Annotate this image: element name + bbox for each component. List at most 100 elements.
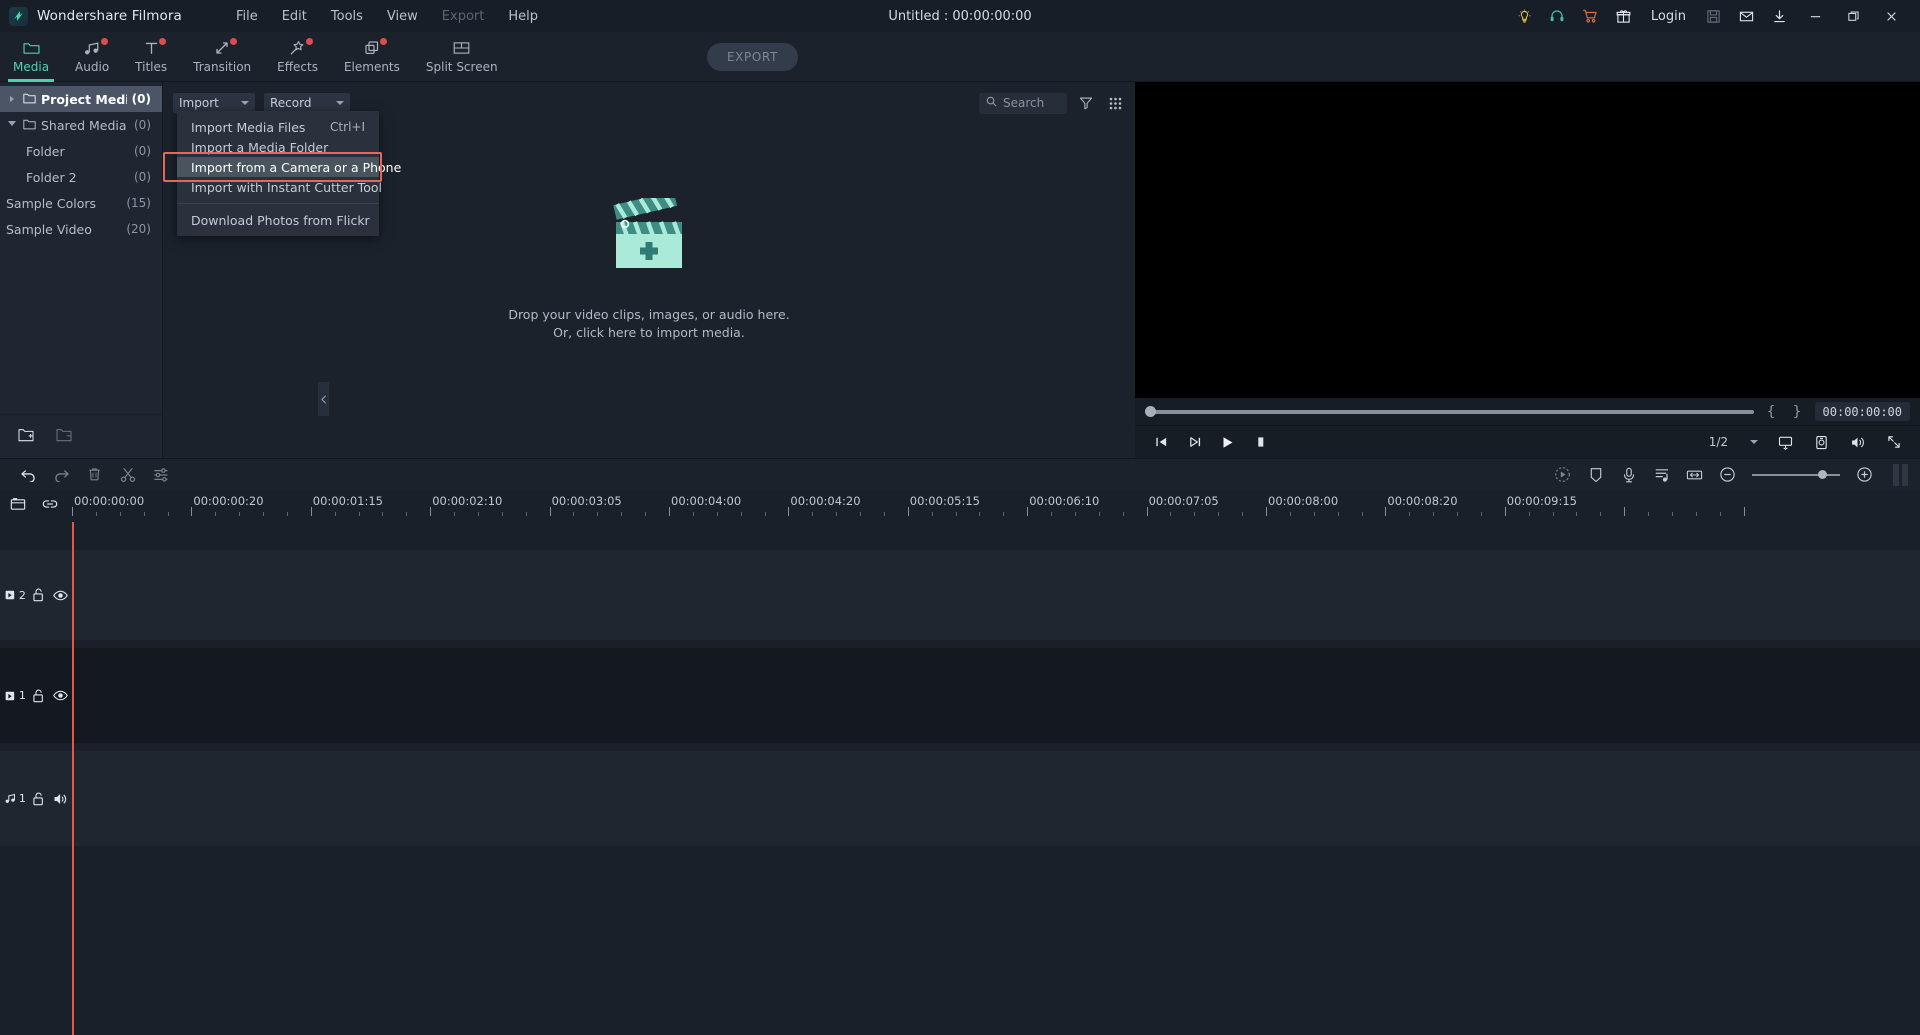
fullscreen-icon[interactable] [1877, 426, 1910, 459]
menu-import-media-folder[interactable]: Import a Media Folder [177, 137, 379, 157]
remove-folder-icon[interactable] [56, 428, 72, 446]
menu-file[interactable]: File [224, 4, 270, 29]
slider-knob[interactable] [1145, 406, 1156, 417]
mark-out-icon[interactable]: } [1789, 404, 1806, 420]
marker-icon[interactable] [1579, 459, 1612, 491]
tab-media[interactable]: Media [0, 32, 62, 82]
split-scissors-icon[interactable] [111, 459, 144, 491]
tree-item-folder-2[interactable]: Folder 2 (0) [0, 164, 162, 190]
record-dropdown[interactable]: Record [264, 93, 350, 113]
preview-slider[interactable] [1145, 404, 1754, 420]
menu-import-media-files[interactable]: Import Media Files Ctrl+I [177, 117, 379, 137]
tree-label: Shared Media [41, 118, 129, 133]
login-button[interactable]: Login [1640, 0, 1697, 32]
menu-label: Import a Media Folder [191, 140, 328, 155]
shapes-icon [364, 40, 380, 57]
import-dropdown[interactable]: Import [173, 93, 255, 113]
maximize-button[interactable] [1834, 0, 1872, 32]
track-lane[interactable] [72, 648, 1920, 743]
tab-titles[interactable]: Titles [122, 32, 180, 82]
menu-edit[interactable]: Edit [270, 4, 319, 29]
video-icon: 1 [4, 689, 27, 702]
volume-icon[interactable] [1841, 426, 1874, 459]
voiceover-icon[interactable] [1612, 459, 1645, 491]
menu-import-from-camera-or-phone[interactable]: Import from a Camera or a Phone [177, 157, 379, 177]
playback-quality-dropdown[interactable]: 1/2 [1701, 435, 1766, 449]
adjust-sliders-icon[interactable] [144, 459, 177, 491]
unlock-icon[interactable] [27, 689, 50, 703]
preview-timecode[interactable]: 00:00:00:00 [1815, 402, 1910, 421]
ruler-tick [956, 512, 957, 516]
menu-tools[interactable]: Tools [319, 4, 375, 29]
step-forward-icon[interactable] [1178, 426, 1211, 459]
unlock-icon[interactable] [27, 792, 50, 806]
gift-icon[interactable] [1607, 0, 1640, 32]
zoom-in-icon[interactable] [1848, 459, 1881, 491]
play-icon[interactable] [1211, 426, 1244, 459]
step-back-icon[interactable] [1145, 426, 1178, 459]
new-folder-icon[interactable] [18, 428, 34, 446]
stop-icon[interactable] [1244, 426, 1277, 459]
preview-right-controls: 1/2 [1701, 426, 1910, 459]
delete-icon[interactable] [78, 459, 111, 491]
menu-import-instant-cutter[interactable]: Import with Instant Cutter Tool [177, 177, 379, 197]
track-lane[interactable] [72, 751, 1920, 846]
cart-icon[interactable] [1574, 0, 1607, 32]
tab-split-screen[interactable]: Split Screen [413, 32, 511, 82]
redo-icon[interactable] [45, 459, 78, 491]
menu-view[interactable]: View [375, 4, 430, 29]
zoom-out-icon[interactable] [1711, 459, 1744, 491]
tree-item-sample-colors[interactable]: Sample Colors (15) [0, 190, 162, 216]
folder-icon [23, 40, 40, 57]
tree-item-shared-media[interactable]: Shared Media (0) [0, 112, 162, 138]
tree-item-sample-video[interactable]: Sample Video (20) [0, 216, 162, 242]
tab-audio[interactable]: Audio [62, 32, 122, 82]
speaker-icon[interactable] [49, 792, 72, 806]
grid-view-icon[interactable] [1105, 93, 1125, 113]
mark-in-icon[interactable]: { [1763, 404, 1780, 420]
video-canvas[interactable] [1135, 82, 1920, 398]
lightbulb-icon[interactable] [1508, 0, 1541, 32]
render-preview-icon[interactable] [1546, 459, 1579, 491]
search-input[interactable]: Search [979, 93, 1067, 114]
video-track-1[interactable]: 1 [0, 648, 1920, 743]
tab-elements[interactable]: Elements [331, 32, 413, 82]
tree-item-project-media[interactable]: Project Media (0) [0, 86, 162, 112]
panel-collapse-handle[interactable] [318, 382, 329, 416]
screen-icon[interactable] [1769, 426, 1802, 459]
close-button[interactable] [1872, 0, 1910, 32]
mail-icon[interactable] [1730, 0, 1763, 32]
chevron-right-icon[interactable] [6, 96, 18, 102]
undo-icon[interactable] [12, 459, 45, 491]
video-track-2[interactable]: 2 [0, 550, 1920, 640]
audio-track-1[interactable]: 1 [0, 751, 1920, 846]
menu-download-photos-flickr[interactable]: Download Photos from Flickr [177, 210, 379, 230]
unlock-icon[interactable] [27, 588, 50, 602]
snapshot-icon[interactable] [1805, 426, 1838, 459]
time-ruler[interactable]: 00:00:00:0000:00:00:2000:00:01:1500:00:0… [72, 490, 1920, 522]
tab-effects[interactable]: Effects [264, 32, 331, 82]
eye-icon[interactable] [49, 590, 72, 601]
tree-item-folder[interactable]: Folder (0) [0, 138, 162, 164]
track-gap [0, 743, 1920, 751]
menu-help[interactable]: Help [496, 4, 550, 29]
ruler-tick [526, 512, 527, 516]
download-icon[interactable] [1763, 0, 1796, 32]
zoom-knob[interactable] [1818, 470, 1827, 479]
eye-icon[interactable] [49, 690, 72, 701]
fit-timeline-icon[interactable] [1678, 459, 1711, 491]
track-lane[interactable] [72, 550, 1920, 640]
filter-funnel-icon[interactable] [1076, 93, 1096, 113]
link-icon[interactable] [42, 497, 58, 515]
snapshot-track-icon[interactable] [10, 497, 26, 516]
save-icon[interactable] [1697, 0, 1730, 32]
headset-icon[interactable] [1541, 0, 1574, 32]
zoom-slider[interactable] [1752, 465, 1840, 485]
playhead[interactable] [72, 522, 74, 1035]
tab-transition[interactable]: Transition [180, 32, 264, 82]
audio-mixer-icon[interactable] [1645, 459, 1678, 491]
chevron-down-icon[interactable] [6, 121, 18, 129]
minimize-button[interactable] [1796, 0, 1834, 32]
tab-effects-label: Effects [277, 60, 318, 74]
ruler-tick [884, 512, 885, 516]
